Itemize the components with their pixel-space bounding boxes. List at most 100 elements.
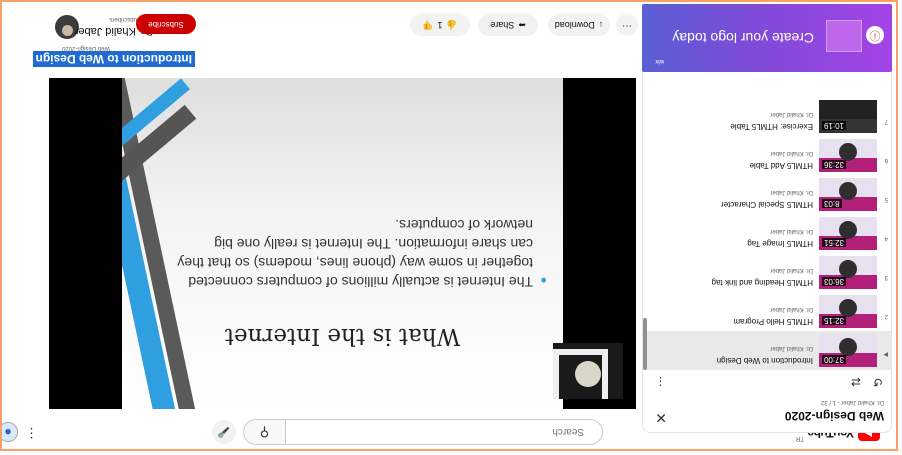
- slide-title: What is the Internet: [224, 323, 461, 349]
- playlist-item-index: 3: [884, 274, 888, 280]
- loop-icon: ↺: [872, 375, 883, 389]
- playlist-item-title: HTML5 Hello Program: [733, 317, 813, 326]
- playlist-item[interactable]: 5 8:03 HTML5 Special Character Dr. Khali…: [643, 175, 891, 214]
- ad-brand: wix: [655, 58, 664, 64]
- microphone-icon: 🎤: [217, 426, 231, 438]
- share-button[interactable]: ➦ Share: [478, 14, 538, 36]
- video-duration: 32:15: [822, 316, 847, 325]
- playlist-menu-button[interactable]: ⋮: [655, 375, 666, 388]
- share-label: Share: [490, 20, 515, 30]
- account-icon: ☻: [3, 427, 13, 437]
- video-duration: 36:03: [822, 277, 847, 286]
- thumbnail-person: [839, 143, 857, 161]
- ad-banner[interactable]: wix ⓘ Create your logo today: [642, 4, 892, 72]
- video-duration: 32:51: [822, 238, 847, 247]
- playlist-item-channel: Dr. Khalid Jaber: [770, 345, 813, 351]
- playlist-item-index: 6: [884, 157, 888, 163]
- subscribe-button[interactable]: Subscribe: [136, 14, 196, 34]
- playlist-items: ▶ 37:00 Introduction to Web Design Dr. K…: [643, 97, 891, 370]
- search-input[interactable]: [342, 425, 586, 438]
- playlist-title[interactable]: Web Design-2020: [785, 409, 884, 423]
- download-icon: ↓: [598, 20, 604, 30]
- settings-menu-button[interactable]: ⋮: [25, 425, 38, 441]
- search-button[interactable]: ⚲: [243, 419, 285, 445]
- video-thumbnail: 36:03: [819, 256, 877, 289]
- playlist-item[interactable]: 7 10:19 Exercise: HTML5 Table Dr. Khalid…: [643, 97, 891, 136]
- thumbnail-person: [839, 260, 857, 278]
- playlist-item-channel: Dr. Khalid Jaber: [770, 306, 813, 312]
- playlist-item[interactable]: 6 32:36 HTML5 Add Table Dr. Khalid Jaber: [643, 136, 891, 175]
- share-icon: ➦: [518, 20, 526, 31]
- thumbnail-person: [839, 299, 857, 317]
- info-icon[interactable]: ⓘ: [866, 26, 884, 44]
- playlist-header: Web Design-2020 Dr. Khalid Jaber - 1 / 3…: [643, 370, 891, 432]
- bullet-dot-icon: ●: [540, 274, 547, 286]
- playlist-item-index: 5: [884, 196, 888, 202]
- download-button[interactable]: ↓ Download: [548, 14, 610, 36]
- playlist-item-title: Exercise: HTML5 Table: [730, 122, 813, 131]
- shuffle-icon: ⇄: [850, 375, 861, 389]
- thumbs-up-icon: 👍: [446, 20, 458, 31]
- thumbnail-person: [839, 338, 857, 356]
- video-thumbnail: 32:36: [819, 139, 877, 172]
- playlist-item-channel: Dr. Khalid Jaber: [770, 150, 813, 156]
- playlist-item-channel: Dr. Khalid Jaber: [770, 189, 813, 195]
- ad-text: Create your logo today: [672, 30, 814, 46]
- playlist-panel: Web Design-2020 Dr. Khalid Jaber - 1 / 3…: [642, 57, 892, 433]
- shuffle-button[interactable]: ⇄: [851, 375, 861, 389]
- playlist-item-title: HTML5 Image Tag: [747, 239, 813, 248]
- video-duration: 37:00: [822, 355, 847, 364]
- more-vertical-icon: ⋮: [655, 375, 666, 387]
- playlist-item-index: ▶: [883, 351, 888, 357]
- thumbnail-person: [839, 221, 857, 239]
- video-duration: 8:03: [822, 199, 842, 208]
- like-button[interactable]: 👍 1 👎: [410, 14, 470, 36]
- playlist-close-button[interactable]: ✕: [655, 409, 667, 426]
- video-thumbnail: 10:19: [819, 100, 877, 133]
- sign-in-avatar[interactable]: ☻: [2, 422, 18, 442]
- rotated-page: YouTube TR ⚲ 🎤 ⋮ ☻ What is the Internet …: [2, 2, 896, 449]
- playlist-item[interactable]: 3 36:03 HTML5 Heading and link tag Dr. K…: [643, 253, 891, 292]
- video-player[interactable]: What is the Internet ● The Internet is a…: [49, 78, 636, 409]
- video-title: Introduction to Web Design: [32, 51, 195, 67]
- playlist-item-index: 7: [884, 118, 888, 124]
- slide-frame: What is the Internet ● The Internet is a…: [122, 78, 563, 409]
- video-thumbnail: 32:15: [819, 295, 877, 328]
- playlist-scrollbar[interactable]: [643, 318, 647, 370]
- slide-bullet: ● The Internet is actually millions of c…: [173, 215, 547, 291]
- ad-logo-icon: [826, 20, 862, 52]
- like-count: 1: [437, 20, 443, 30]
- loop-button[interactable]: ↺: [873, 375, 883, 389]
- playlist-item-index: 4: [884, 235, 888, 241]
- more-actions-button[interactable]: ⋯: [616, 14, 638, 36]
- playlist-item-title: HTML5 Heading and link tag: [711, 278, 813, 287]
- playlist-item-channel: Dr. Khalid Jaber: [770, 111, 813, 117]
- playlist-item[interactable]: ▶ 37:00 Introduction to Web Design Dr. K…: [643, 331, 891, 370]
- download-label: Download: [554, 20, 595, 30]
- search-icon: ⚲: [259, 425, 270, 440]
- video-meta: Web Design-2020: [62, 45, 110, 51]
- slide-bullet-text: The Internet is actually millions of com…: [177, 217, 533, 290]
- search-box: [285, 419, 603, 445]
- presenter-face: [575, 361, 601, 387]
- video-thumbnail: 32:51: [819, 217, 877, 250]
- close-icon: ✕: [655, 410, 667, 426]
- playlist-item-title: Introduction to Web Design: [716, 356, 813, 365]
- playlist-item[interactable]: 2 32:15 HTML5 Hello Program Dr. Khalid J…: [643, 292, 891, 331]
- video-thumbnail: 8:03: [819, 178, 877, 211]
- playlist-item-channel: Dr. Khalid Jaber: [770, 267, 813, 273]
- thumbnail-person: [839, 182, 857, 200]
- playlist-item-title: HTML5 Special Character: [720, 200, 813, 209]
- sidebar: Web Design-2020 Dr. Khalid Jaber - 1 / 3…: [642, 2, 892, 449]
- webcam-overlay: [553, 343, 623, 399]
- more-vertical-icon: ⋮: [25, 426, 38, 441]
- video-duration: 32:36: [822, 160, 847, 169]
- video-thumbnail: 37:00: [819, 334, 877, 367]
- playlist-item-channel: Dr. Khalid Jaber: [770, 228, 813, 234]
- thumbs-down-icon: 👎: [422, 20, 434, 31]
- playlist-subtitle: Dr. Khalid Jaber - 1 / 32: [820, 399, 884, 405]
- voice-search-button[interactable]: 🎤: [212, 420, 236, 444]
- playlist-item-title: HTML5 Add Table: [749, 161, 813, 170]
- more-horizontal-icon: ⋯: [622, 20, 632, 31]
- playlist-item[interactable]: 4 32:51 HTML5 Image Tag Dr. Khalid Jaber: [643, 214, 891, 253]
